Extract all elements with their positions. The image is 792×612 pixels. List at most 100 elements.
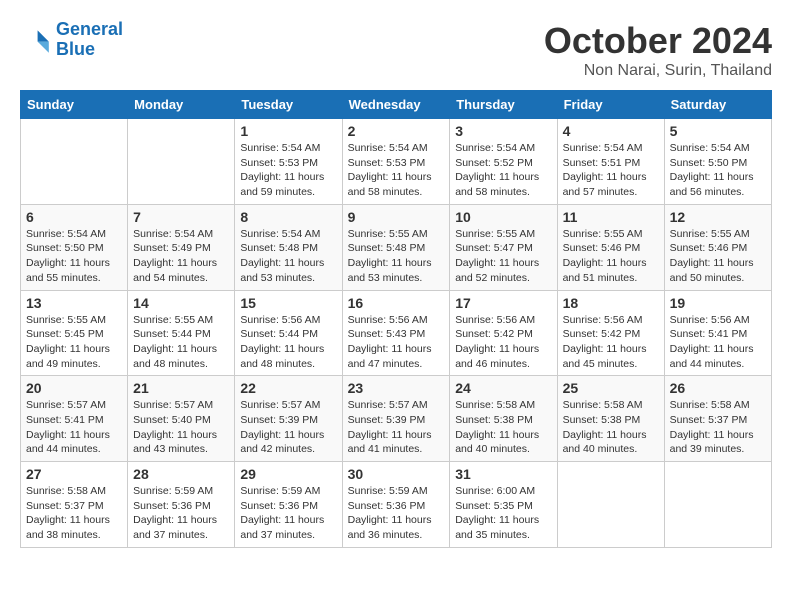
weekday-header-wednesday: Wednesday	[342, 91, 450, 119]
weekday-header-monday: Monday	[128, 91, 235, 119]
day-number: 25	[563, 380, 659, 396]
day-info: Sunrise: 5:55 AMSunset: 5:47 PMDaylight:…	[455, 227, 551, 286]
day-info: Sunrise: 5:58 AMSunset: 5:38 PMDaylight:…	[455, 398, 551, 457]
day-number: 18	[563, 295, 659, 311]
day-info: Sunrise: 5:54 AMSunset: 5:53 PMDaylight:…	[240, 141, 336, 200]
day-number: 17	[455, 295, 551, 311]
calendar-body: 1 Sunrise: 5:54 AMSunset: 5:53 PMDaylight…	[21, 119, 772, 548]
day-info: Sunrise: 5:58 AMSunset: 5:38 PMDaylight:…	[563, 398, 659, 457]
day-info: Sunrise: 5:54 AMSunset: 5:53 PMDaylight:…	[348, 141, 445, 200]
calendar-cell: 10 Sunrise: 5:55 AMSunset: 5:47 PMDayligh…	[450, 204, 557, 290]
calendar-cell: 18 Sunrise: 5:56 AMSunset: 5:42 PMDayligh…	[557, 290, 664, 376]
day-info: Sunrise: 5:55 AMSunset: 5:48 PMDaylight:…	[348, 227, 445, 286]
day-number: 28	[133, 466, 229, 482]
day-number: 24	[455, 380, 551, 396]
title-block: October 2024 Non Narai, Surin, Thailand	[544, 20, 772, 80]
calendar-cell: 6 Sunrise: 5:54 AMSunset: 5:50 PMDaylight…	[21, 204, 128, 290]
calendar-header: SundayMondayTuesdayWednesdayThursdayFrid…	[21, 91, 772, 119]
day-info: Sunrise: 5:54 AMSunset: 5:49 PMDaylight:…	[133, 227, 229, 286]
weekday-header-tuesday: Tuesday	[235, 91, 342, 119]
day-number: 23	[348, 380, 445, 396]
day-info: Sunrise: 5:56 AMSunset: 5:44 PMDaylight:…	[240, 313, 336, 372]
day-info: Sunrise: 5:58 AMSunset: 5:37 PMDaylight:…	[26, 484, 122, 543]
calendar-cell: 20Sunrise: 5:57 AMSunset: 5:41 PMDayligh…	[21, 376, 128, 462]
page-header: General Blue October 2024 Non Narai, Sur…	[20, 20, 772, 80]
day-number: 6	[26, 209, 122, 225]
weekday-header-row: SundayMondayTuesdayWednesdayThursdayFrid…	[21, 91, 772, 119]
calendar-cell	[664, 462, 771, 548]
day-number: 26	[670, 380, 766, 396]
day-info: Sunrise: 5:56 AMSunset: 5:41 PMDaylight:…	[670, 313, 766, 372]
calendar-week-1: 1 Sunrise: 5:54 AMSunset: 5:53 PMDaylight…	[21, 119, 772, 205]
day-info: Sunrise: 5:57 AMSunset: 5:39 PMDaylight:…	[348, 398, 445, 457]
weekday-header-thursday: Thursday	[450, 91, 557, 119]
day-number: 9	[348, 209, 445, 225]
day-number: 11	[563, 209, 659, 225]
month-title: October 2024	[544, 20, 772, 62]
calendar-cell: 14 Sunrise: 5:55 AMSunset: 5:44 PMDayligh…	[128, 290, 235, 376]
day-info: Sunrise: 5:59 AMSunset: 5:36 PMDaylight:…	[240, 484, 336, 543]
day-info: Sunrise: 5:59 AMSunset: 5:36 PMDaylight:…	[348, 484, 445, 543]
day-info: Sunrise: 5:54 AMSunset: 5:51 PMDaylight:…	[563, 141, 659, 200]
calendar-cell: 22 Sunrise: 5:57 AMSunset: 5:39 PMDayligh…	[235, 376, 342, 462]
logo-icon	[20, 24, 52, 56]
calendar-cell: 1 Sunrise: 5:54 AMSunset: 5:53 PMDaylight…	[235, 119, 342, 205]
calendar-cell: 17 Sunrise: 5:56 AMSunset: 5:42 PMDayligh…	[450, 290, 557, 376]
calendar-cell: 7 Sunrise: 5:54 AMSunset: 5:49 PMDaylight…	[128, 204, 235, 290]
day-info: Sunrise: 5:57 AMSunset: 5:40 PMDaylight:…	[133, 398, 229, 457]
day-info: Sunrise: 5:54 AMSunset: 5:50 PMDaylight:…	[670, 141, 766, 200]
calendar-cell: 3Sunrise: 5:54 AMSunset: 5:52 PMDaylight…	[450, 119, 557, 205]
calendar-cell: 4 Sunrise: 5:54 AMSunset: 5:51 PMDaylight…	[557, 119, 664, 205]
day-number: 27	[26, 466, 122, 482]
day-info: Sunrise: 6:00 AMSunset: 5:35 PMDaylight:…	[455, 484, 551, 543]
calendar-cell: 2 Sunrise: 5:54 AMSunset: 5:53 PMDaylight…	[342, 119, 450, 205]
day-info: Sunrise: 5:59 AMSunset: 5:36 PMDaylight:…	[133, 484, 229, 543]
calendar-cell: 11Sunrise: 5:55 AMSunset: 5:46 PMDayligh…	[557, 204, 664, 290]
day-info: Sunrise: 5:56 AMSunset: 5:42 PMDaylight:…	[455, 313, 551, 372]
day-number: 31	[455, 466, 551, 482]
day-number: 29	[240, 466, 336, 482]
calendar-cell: 12Sunrise: 5:55 AMSunset: 5:46 PMDayligh…	[664, 204, 771, 290]
day-number: 5	[670, 123, 766, 139]
day-number: 14	[133, 295, 229, 311]
day-number: 10	[455, 209, 551, 225]
calendar-cell: 29 Sunrise: 5:59 AMSunset: 5:36 PMDayligh…	[235, 462, 342, 548]
calendar-cell: 9 Sunrise: 5:55 AMSunset: 5:48 PMDaylight…	[342, 204, 450, 290]
calendar-cell: 13Sunrise: 5:55 AMSunset: 5:45 PMDayligh…	[21, 290, 128, 376]
day-number: 2	[348, 123, 445, 139]
calendar-table: SundayMondayTuesdayWednesdayThursdayFrid…	[20, 90, 772, 548]
day-info: Sunrise: 5:54 AMSunset: 5:52 PMDaylight:…	[455, 141, 551, 200]
day-info: Sunrise: 5:57 AMSunset: 5:39 PMDaylight:…	[240, 398, 336, 457]
calendar-week-2: 6 Sunrise: 5:54 AMSunset: 5:50 PMDaylight…	[21, 204, 772, 290]
calendar-cell: 31 Sunrise: 6:00 AMSunset: 5:35 PMDayligh…	[450, 462, 557, 548]
calendar-cell: 30Sunrise: 5:59 AMSunset: 5:36 PMDayligh…	[342, 462, 450, 548]
calendar-week-4: 20Sunrise: 5:57 AMSunset: 5:41 PMDayligh…	[21, 376, 772, 462]
logo-text: General Blue	[56, 20, 123, 60]
calendar-cell: 16Sunrise: 5:56 AMSunset: 5:43 PMDayligh…	[342, 290, 450, 376]
day-info: Sunrise: 5:54 AMSunset: 5:48 PMDaylight:…	[240, 227, 336, 286]
day-info: Sunrise: 5:54 AMSunset: 5:50 PMDaylight:…	[26, 227, 122, 286]
day-number: 16	[348, 295, 445, 311]
calendar-cell: 21 Sunrise: 5:57 AMSunset: 5:40 PMDayligh…	[128, 376, 235, 462]
day-number: 1	[240, 123, 336, 139]
day-number: 8	[240, 209, 336, 225]
day-info: Sunrise: 5:55 AMSunset: 5:46 PMDaylight:…	[670, 227, 766, 286]
calendar-cell: 15 Sunrise: 5:56 AMSunset: 5:44 PMDayligh…	[235, 290, 342, 376]
day-info: Sunrise: 5:55 AMSunset: 5:45 PMDaylight:…	[26, 313, 122, 372]
day-number: 21	[133, 380, 229, 396]
weekday-header-saturday: Saturday	[664, 91, 771, 119]
calendar-cell	[128, 119, 235, 205]
day-info: Sunrise: 5:56 AMSunset: 5:42 PMDaylight:…	[563, 313, 659, 372]
calendar-cell: 27 Sunrise: 5:58 AMSunset: 5:37 PMDayligh…	[21, 462, 128, 548]
logo-line2: Blue	[56, 39, 95, 59]
day-info: Sunrise: 5:58 AMSunset: 5:37 PMDaylight:…	[670, 398, 766, 457]
logo: General Blue	[20, 20, 123, 60]
day-number: 4	[563, 123, 659, 139]
day-number: 15	[240, 295, 336, 311]
day-number: 22	[240, 380, 336, 396]
calendar-week-3: 13Sunrise: 5:55 AMSunset: 5:45 PMDayligh…	[21, 290, 772, 376]
day-number: 7	[133, 209, 229, 225]
day-info: Sunrise: 5:55 AMSunset: 5:44 PMDaylight:…	[133, 313, 229, 372]
calendar-cell: 8 Sunrise: 5:54 AMSunset: 5:48 PMDaylight…	[235, 204, 342, 290]
weekday-header-sunday: Sunday	[21, 91, 128, 119]
